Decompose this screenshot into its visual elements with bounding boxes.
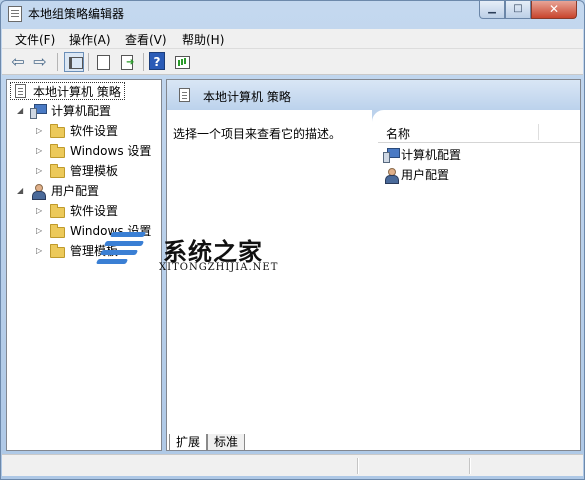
status-bar xyxy=(2,454,583,476)
collapsed-arrow-icon[interactable]: ▷ xyxy=(36,162,42,180)
column-header-label: 名称 xyxy=(386,127,411,141)
help-icon[interactable]: ? xyxy=(149,52,165,70)
minimize-button[interactable]: ▁ xyxy=(479,1,505,19)
forward-arrow-icon[interactable]: ⇨ xyxy=(30,52,50,72)
collapsed-arrow-icon[interactable]: ▷ xyxy=(36,142,42,160)
toolbar-separator xyxy=(143,53,144,71)
computer-icon xyxy=(383,148,400,163)
console-tree-icon[interactable] xyxy=(64,52,84,72)
list-item-label: 用户配置 xyxy=(401,168,450,182)
folder-icon xyxy=(50,124,65,138)
list-item-computer-config[interactable]: 计算机配置 xyxy=(383,146,573,164)
app-window: 本地组策略编辑器 ▁ □ ✕ 文件(F) 操作(A) 查看(V) 帮助(H) ⇦… xyxy=(0,0,585,480)
menu-help[interactable]: 帮助(H) xyxy=(182,31,224,48)
tree-item-label: 管理模板 xyxy=(70,164,119,178)
view-tabs: 扩展 标准 xyxy=(167,434,580,450)
tree-item-label: 本地计算机 策略 xyxy=(33,85,121,99)
details-title: 本地计算机 策略 xyxy=(203,90,291,104)
tree-item-computer-admin-templates[interactable]: ▷ 管理模板 xyxy=(7,162,157,180)
export-list-icon[interactable] xyxy=(118,52,138,73)
watermark-subtitle: XITONGZHIJIA.NET xyxy=(159,262,279,273)
tab-standard[interactable]: 标准 xyxy=(207,434,246,450)
toolbar-separator xyxy=(88,53,89,71)
column-divider[interactable] xyxy=(538,124,539,140)
tree-item-computer-config[interactable]: ◢ 计算机配置 xyxy=(7,102,157,120)
tab-extended[interactable]: 扩展 xyxy=(169,434,208,450)
action-pane-icon[interactable] xyxy=(172,52,192,72)
menu-bar: 文件(F) 操作(A) 查看(V) 帮助(H) xyxy=(2,29,583,49)
site-watermark: 系统之家 XITONGZHIJIA.NET xyxy=(93,226,293,286)
user-icon xyxy=(30,184,46,200)
tree-item-user-software[interactable]: ▷ 软件设置 xyxy=(7,202,157,220)
tree-item-label: 软件设置 xyxy=(70,124,119,138)
title-bar[interactable]: 本地组策略编辑器 ▁ □ ✕ xyxy=(1,1,584,27)
policy-document-icon xyxy=(15,84,26,98)
collapsed-arrow-icon[interactable]: ▷ xyxy=(36,122,42,140)
expanded-arrow-icon[interactable]: ◢ xyxy=(17,182,23,200)
tree-item-computer-windows[interactable]: ▷ Windows 设置 xyxy=(7,142,157,160)
tree-item-computer-software[interactable]: ▷ 软件设置 xyxy=(7,122,157,140)
status-divider xyxy=(357,458,358,474)
tree-item-label: Windows 设置 xyxy=(70,144,152,158)
policy-document-icon xyxy=(179,88,190,102)
status-divider xyxy=(469,458,470,474)
expanded-arrow-icon[interactable]: ◢ xyxy=(17,102,23,120)
close-button[interactable]: ✕ xyxy=(531,1,577,19)
toolbar-separator xyxy=(57,53,58,71)
folder-icon xyxy=(50,224,65,238)
folder-icon xyxy=(50,144,65,158)
policy-document-icon xyxy=(8,6,22,22)
menu-view[interactable]: 查看(V) xyxy=(125,31,167,48)
list-item-user-config[interactable]: 用户配置 xyxy=(383,166,573,184)
menu-file[interactable]: 文件(F) xyxy=(15,31,55,48)
tree-item-label: 用户配置 xyxy=(51,184,100,198)
folder-icon xyxy=(50,244,65,258)
collapsed-arrow-icon[interactable]: ▷ xyxy=(36,242,42,260)
list-item-label: 计算机配置 xyxy=(401,148,462,162)
collapsed-arrow-icon[interactable]: ▷ xyxy=(36,222,42,240)
collapsed-arrow-icon[interactable]: ▷ xyxy=(36,202,42,220)
tree-item-label: 软件设置 xyxy=(70,204,119,218)
tree-item-root[interactable]: 本地计算机 策略 xyxy=(10,82,125,100)
maximize-button[interactable]: □ xyxy=(505,1,531,19)
properties-icon[interactable] xyxy=(93,52,113,72)
folder-icon xyxy=(50,204,65,218)
details-header: 本地计算机 策略 xyxy=(167,80,580,110)
tree-item-label: 计算机配置 xyxy=(51,104,112,118)
window-title: 本地组策略编辑器 xyxy=(28,7,125,21)
folder-icon xyxy=(50,164,65,178)
toolbar: ⇦ ⇨ ? xyxy=(2,49,583,75)
tree-item-user-config[interactable]: ◢ 用户配置 xyxy=(7,182,157,200)
menu-action[interactable]: 操作(A) xyxy=(69,31,111,48)
column-header-name[interactable]: 名称 xyxy=(378,121,580,143)
back-arrow-icon[interactable]: ⇦ xyxy=(8,52,28,72)
computer-icon xyxy=(30,104,47,119)
watermark-logo-icon xyxy=(95,230,149,272)
user-icon xyxy=(383,168,399,184)
description-text: 选择一个项目来查看它的描述。 xyxy=(173,127,342,141)
